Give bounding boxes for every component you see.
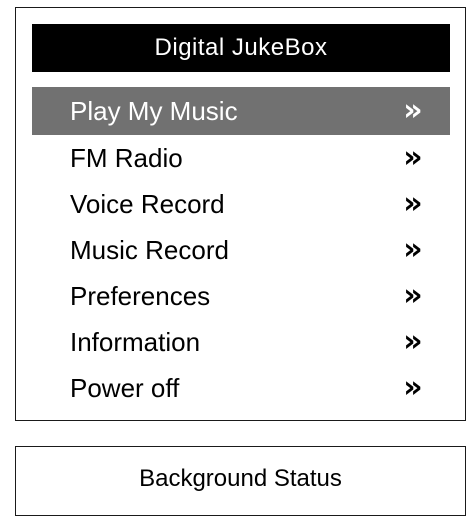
menu-item-preferences[interactable]: Preferences » (32, 273, 450, 319)
double-chevron-right-icon: » (403, 140, 423, 175)
app-title: Digital JukeBox (154, 34, 328, 61)
double-chevron-right-icon: » (403, 93, 423, 128)
menu-item-label: Play My Music (70, 95, 238, 126)
double-chevron-right-icon: » (403, 186, 423, 221)
app-title-bar: Digital JukeBox (32, 24, 450, 72)
menu-item-label: FM Radio (70, 142, 183, 173)
background-status-panel: Background Status (15, 446, 466, 516)
menu-item-fm-radio[interactable]: FM Radio » (32, 135, 450, 181)
double-chevron-right-icon: » (403, 324, 423, 359)
menu-item-information[interactable]: Information » (32, 319, 450, 365)
double-chevron-right-icon: » (403, 370, 423, 405)
menu-item-voice-record[interactable]: Voice Record » (32, 181, 450, 227)
menu-item-label: Power off (70, 372, 180, 403)
menu-item-music-record[interactable]: Music Record » (32, 227, 450, 273)
status-title: Background Status (139, 465, 342, 492)
menu-item-label: Preferences (70, 280, 211, 311)
double-chevron-right-icon: » (403, 278, 423, 313)
menu-item-play-my-music[interactable]: Play My Music » (32, 87, 450, 135)
menu-item-power-off[interactable]: Power off » (32, 365, 450, 411)
menu-item-label: Information (70, 326, 201, 357)
menu-item-label: Music Record (70, 234, 229, 265)
main-menu: Play My Music » FM Radio » Voice Record … (32, 87, 450, 411)
double-chevron-right-icon: » (403, 232, 423, 267)
main-menu-panel: Digital JukeBox Play My Music » FM Radio… (15, 7, 466, 421)
menu-item-label: Voice Record (70, 188, 225, 219)
